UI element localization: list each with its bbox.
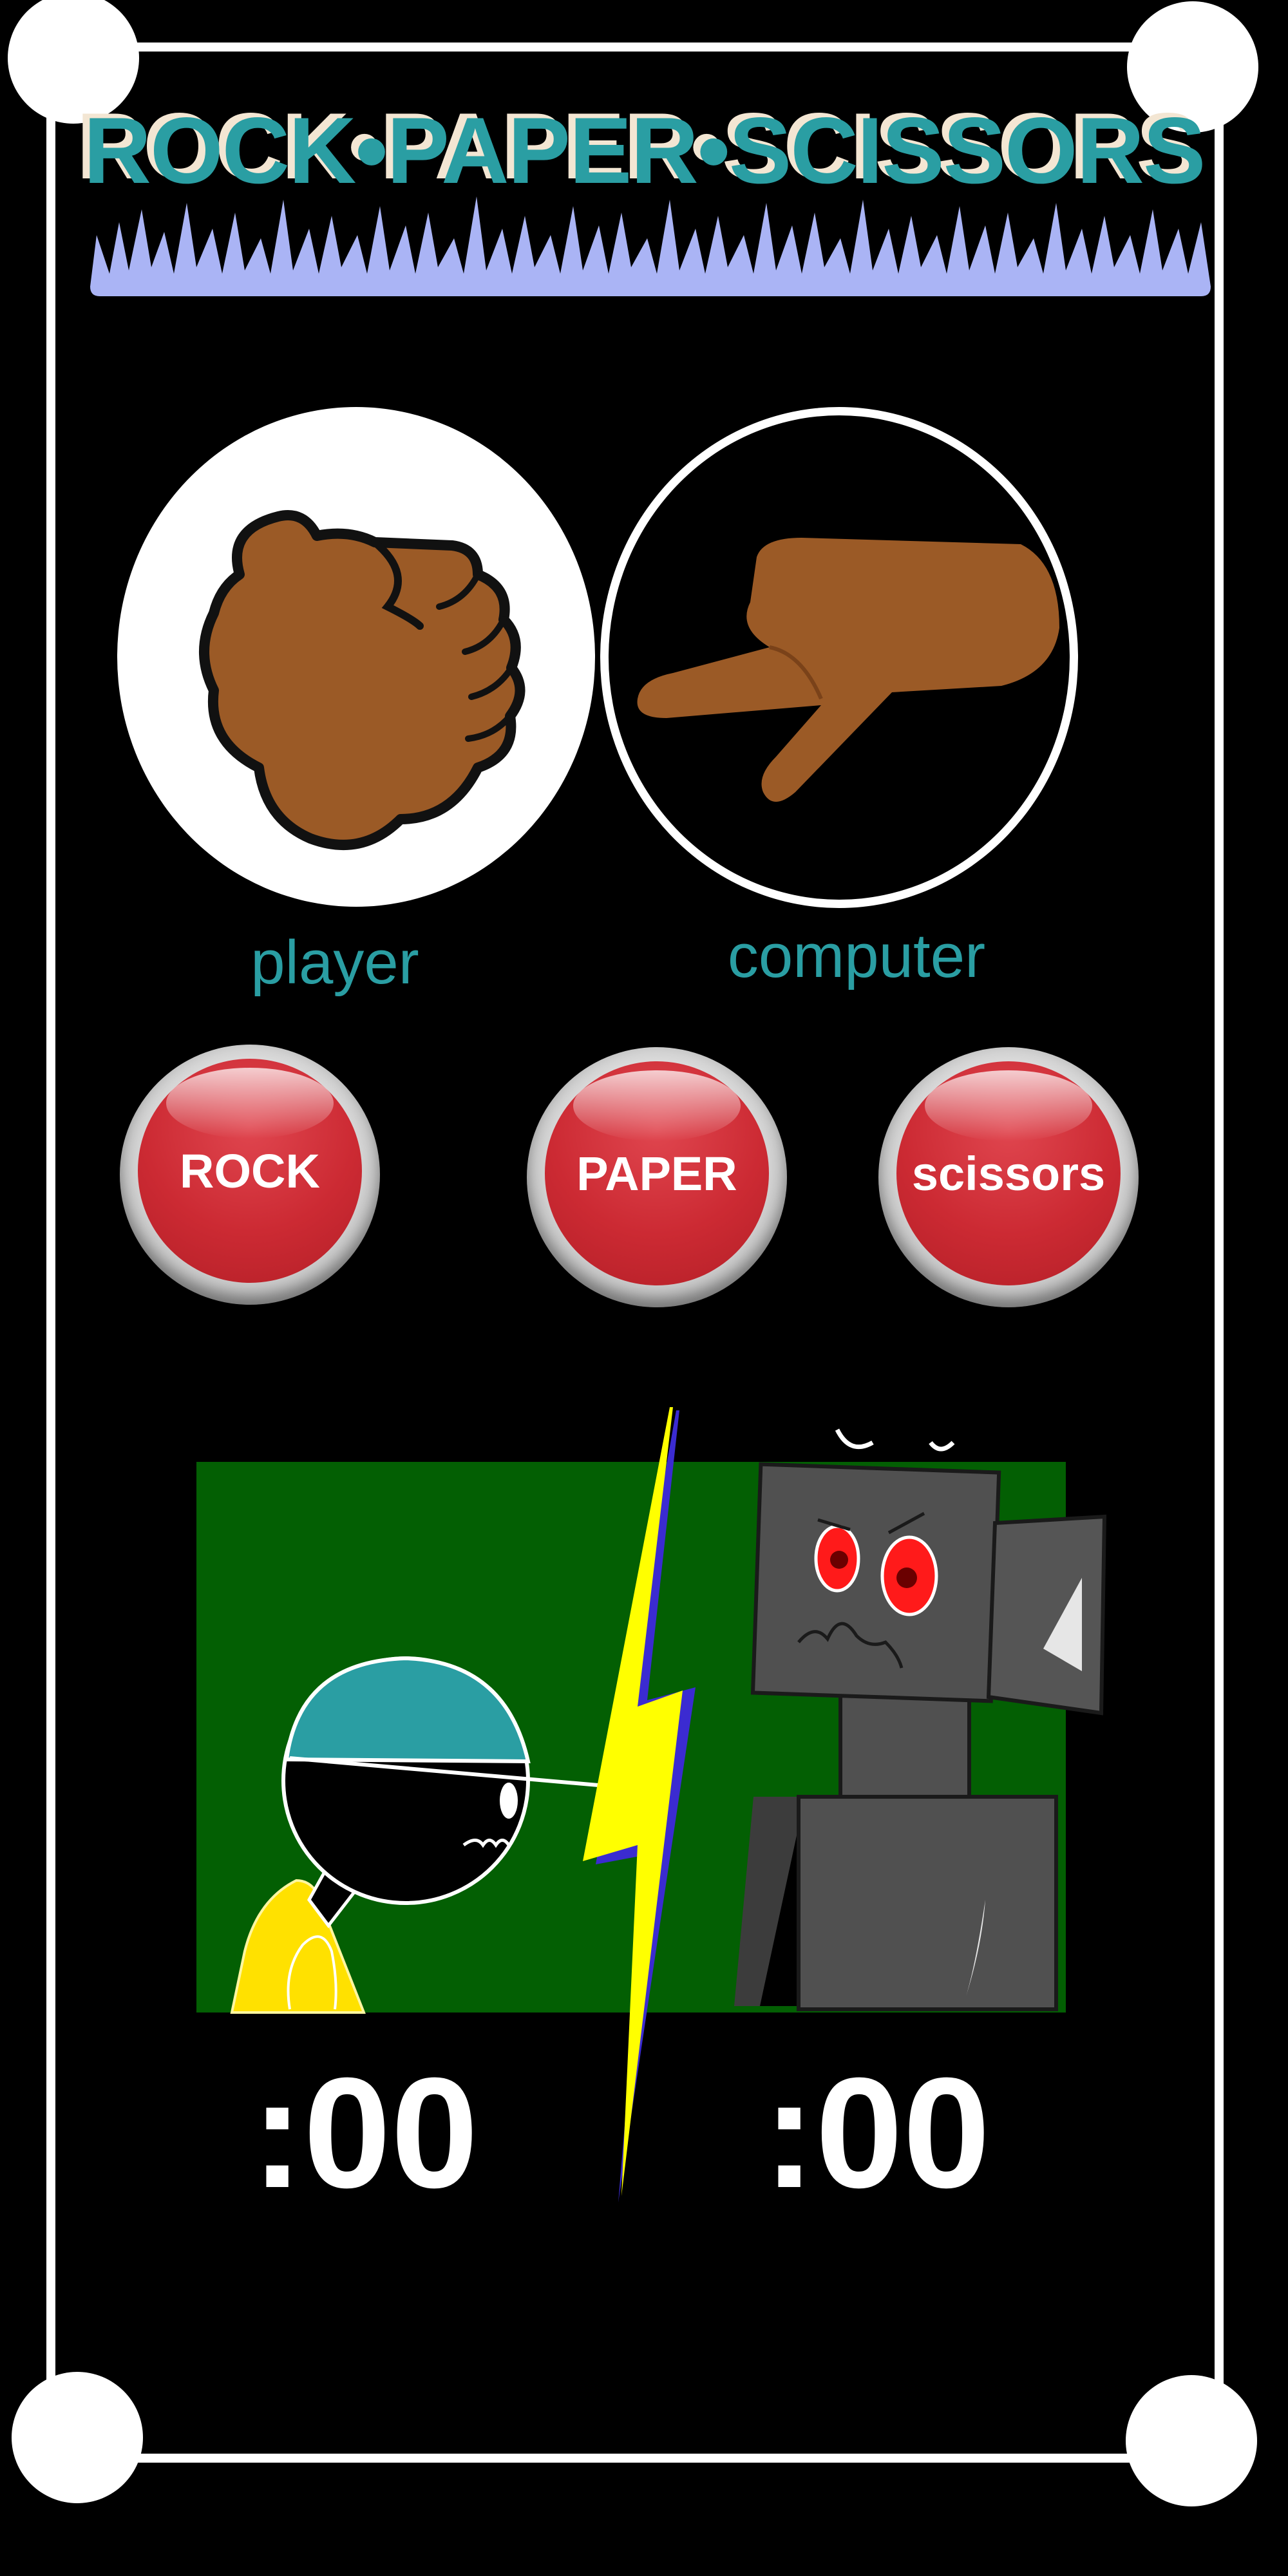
rock-fist-icon <box>199 510 526 850</box>
rock-button-shine <box>166 1068 334 1139</box>
corner-ornament-bottom-right <box>1126 2375 1257 2506</box>
rock-button[interactable]: ROCK <box>120 1045 380 1305</box>
player-label: player <box>251 928 419 997</box>
player-score: :00 <box>251 2045 478 2221</box>
scissors-button[interactable]: scissors <box>878 1047 1139 1307</box>
scissors-hand-icon <box>637 538 1059 802</box>
computer-label: computer <box>727 922 986 990</box>
scissors-button-shine <box>925 1070 1092 1141</box>
player-hand-display <box>117 407 595 907</box>
corner-ornament-bottom-left <box>12 2372 143 2503</box>
computer-hand-display <box>600 407 1078 908</box>
game-title: ROCK•PAPER•SCISSORS <box>83 98 1206 203</box>
paper-button-shine <box>573 1070 741 1141</box>
paper-button[interactable]: PAPER <box>527 1047 787 1307</box>
computer-score: :00 <box>763 2045 990 2221</box>
